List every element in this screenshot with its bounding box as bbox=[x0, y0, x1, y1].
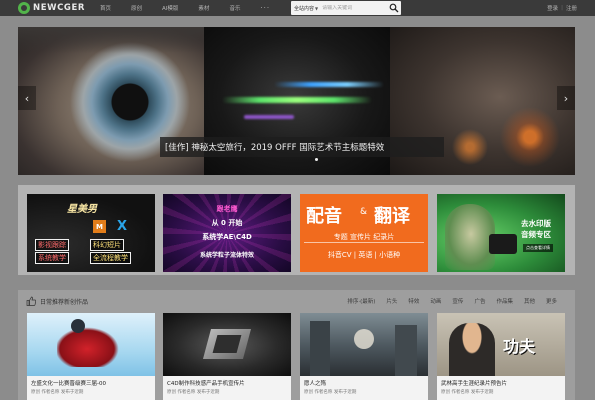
main-nav: 首页 原创 AI模版 素材 音乐 ··· bbox=[100, 0, 270, 16]
filter-tab[interactable]: 作品集 bbox=[496, 297, 513, 305]
neon-glow bbox=[274, 82, 384, 87]
work-thumbnail bbox=[27, 313, 155, 376]
work-title: 武林高手生涯纪录片预告片 bbox=[441, 381, 508, 387]
neon-glow bbox=[244, 115, 294, 119]
brand-name: NEWCGER bbox=[33, 3, 86, 13]
search-category-select[interactable]: 全站内容 bbox=[291, 5, 314, 12]
carousel-next-button[interactable]: › bbox=[557, 86, 575, 110]
promo-tag: 科幻短片 bbox=[90, 239, 124, 251]
carousel-prev-button[interactable]: ‹ bbox=[18, 86, 36, 110]
work-card[interactable]: 左盛文化一比赛晋级赛三届-00 原创 作者名称 发布于近期 bbox=[27, 313, 155, 400]
motorbike-illustration bbox=[57, 327, 119, 367]
chevron-down-icon[interactable]: ▼ bbox=[315, 6, 318, 11]
promo-title: 音频专区 bbox=[521, 230, 551, 239]
filter-tab[interactable]: 动画 bbox=[430, 297, 441, 305]
maya-icon: M bbox=[93, 220, 106, 233]
building-illustration bbox=[395, 325, 417, 376]
work-card[interactable]: C4D制作科技感产品手机宣传片 原创 作者名称 发布于近期 bbox=[163, 313, 291, 400]
filter-sort[interactable]: 排序·(最新) bbox=[347, 297, 375, 305]
chip-illustration bbox=[202, 329, 252, 359]
promo-card-ae-c4d-course[interactable]: 跟老鹰 从 0 开始 系统学AE\C4D 系统学粒子流体特效 bbox=[163, 194, 291, 272]
nav-item-original[interactable]: 原创 bbox=[131, 4, 142, 12]
search-icon[interactable] bbox=[389, 3, 399, 13]
promo-tag: 点击查看详情 bbox=[523, 244, 553, 252]
promo-title: 配音 bbox=[306, 206, 342, 227]
work-title: C4D制作科技感产品手机宣传片 bbox=[167, 381, 245, 387]
work-meta: 原创 作者名称 发布于近期 bbox=[441, 390, 494, 395]
promo-photo bbox=[445, 204, 495, 270]
filter-tab[interactable]: 特效 bbox=[408, 297, 419, 305]
thumbnail-overlay-text: 功夫 bbox=[503, 337, 536, 356]
filter-tab[interactable]: 广告 bbox=[474, 297, 485, 305]
hero-caption[interactable]: [佳作] 神秘太空旅行，2019 OFFF 国际艺术节主标题特效 bbox=[160, 137, 444, 157]
promo-line: 抖音CV | 英语 | 小语种 bbox=[327, 251, 401, 259]
building-illustration bbox=[310, 321, 330, 376]
promo-line: 系统学AE\C4D bbox=[202, 233, 252, 241]
nav-item-home[interactable]: 首页 bbox=[100, 4, 111, 12]
work-thumbnail bbox=[300, 313, 428, 376]
promo-line: 专题 宣传片 纪录片 bbox=[333, 233, 395, 241]
promo-title: 星美男 bbox=[67, 204, 97, 215]
work-thumbnail: 功夫 bbox=[437, 313, 565, 376]
recommend-header: 日常推荐新创作品 排序·(最新) 片头 特效 动画 宣传 广告 作品集 其他 更… bbox=[18, 290, 575, 312]
work-card[interactable]: 功夫 武林高手生涯纪录片预告片 原创 作者名称 发布于近期 bbox=[437, 313, 565, 400]
promo-card-dubbing-translation[interactable]: 配音 & 翻译 专题 宣传片 纪录片 抖音CV | 英语 | 小语种 bbox=[300, 194, 428, 272]
nav-item-ai-templates[interactable]: AI模版 bbox=[162, 4, 178, 12]
filter-tab[interactable]: 其他 bbox=[524, 297, 535, 305]
site-logo[interactable]: NEWCGER bbox=[18, 2, 85, 14]
promo-title: 翻译 bbox=[374, 206, 410, 227]
top-navigation-bar: NEWCGER 首页 原创 AI模版 素材 音乐 ··· 全站内容 ▼ 登录 |… bbox=[0, 0, 595, 16]
promo-card-tracking-course[interactable]: 星美男 M X 影视跟踪 系统教学 科幻短片 全流程教学 bbox=[27, 194, 155, 272]
work-meta: 原创 作者名称 发布于近期 bbox=[304, 390, 357, 395]
search-input[interactable] bbox=[322, 5, 381, 11]
user-links: 登录 | 注册 bbox=[547, 0, 577, 16]
promo-tag: 影视跟踪 bbox=[35, 239, 69, 251]
nav-item-assets[interactable]: 素材 bbox=[198, 4, 209, 12]
carousel-indicator[interactable] bbox=[315, 158, 318, 161]
promo-title-amp: & bbox=[360, 207, 368, 217]
work-card[interactable]: 愿人之殇 原创 作者名称 发布于近期 bbox=[300, 313, 428, 400]
promo-line: 跟老鹰 bbox=[216, 205, 238, 213]
login-link[interactable]: 登录 bbox=[547, 4, 558, 12]
work-meta: 原创 作者名称 发布于近期 bbox=[31, 390, 84, 395]
filter-more[interactable]: 更多 bbox=[546, 297, 557, 305]
register-link[interactable]: 注册 bbox=[566, 4, 577, 12]
nav-more-menu[interactable]: ··· bbox=[260, 4, 270, 12]
logo-icon bbox=[18, 2, 30, 14]
sun-illustration bbox=[354, 329, 374, 349]
work-title: 愿人之殇 bbox=[304, 381, 327, 387]
x-logo-icon: X bbox=[117, 219, 128, 234]
rider-illustration bbox=[71, 319, 85, 333]
work-title: 左盛文化一比赛晋级赛三届-00 bbox=[31, 381, 106, 387]
search-bar: 全站内容 ▼ bbox=[291, 1, 401, 15]
promo-line: 从 0 开始 bbox=[211, 219, 243, 227]
promo-card-audio-zone[interactable]: 去水印版 音频专区 点击查看详情 bbox=[437, 194, 565, 272]
promo-title: 去水印版 bbox=[521, 219, 551, 228]
promo-tag: 系统教学 bbox=[35, 252, 69, 264]
nav-item-music[interactable]: 音乐 bbox=[229, 4, 240, 12]
work-thumbnail bbox=[163, 313, 291, 376]
thumbs-up-icon bbox=[26, 296, 36, 306]
divider: | bbox=[561, 5, 563, 11]
promo-line: 系统学粒子流体特效 bbox=[199, 252, 254, 259]
filter-tab[interactable]: 宣传 bbox=[452, 297, 463, 305]
divider bbox=[304, 242, 424, 243]
camera-icon bbox=[489, 234, 517, 254]
filter-tabs: 排序·(最新) 片头 特效 动画 宣传 广告 作品集 其他 更多 bbox=[336, 290, 557, 312]
promo-tag: 全流程教学 bbox=[90, 252, 131, 264]
person-illustration bbox=[449, 323, 495, 376]
neon-glow bbox=[222, 97, 372, 103]
section-title: 日常推荐新创作品 bbox=[40, 299, 89, 306]
filter-tab[interactable]: 片头 bbox=[386, 297, 397, 305]
work-meta: 原创 作者名称 发布于近期 bbox=[167, 390, 220, 395]
